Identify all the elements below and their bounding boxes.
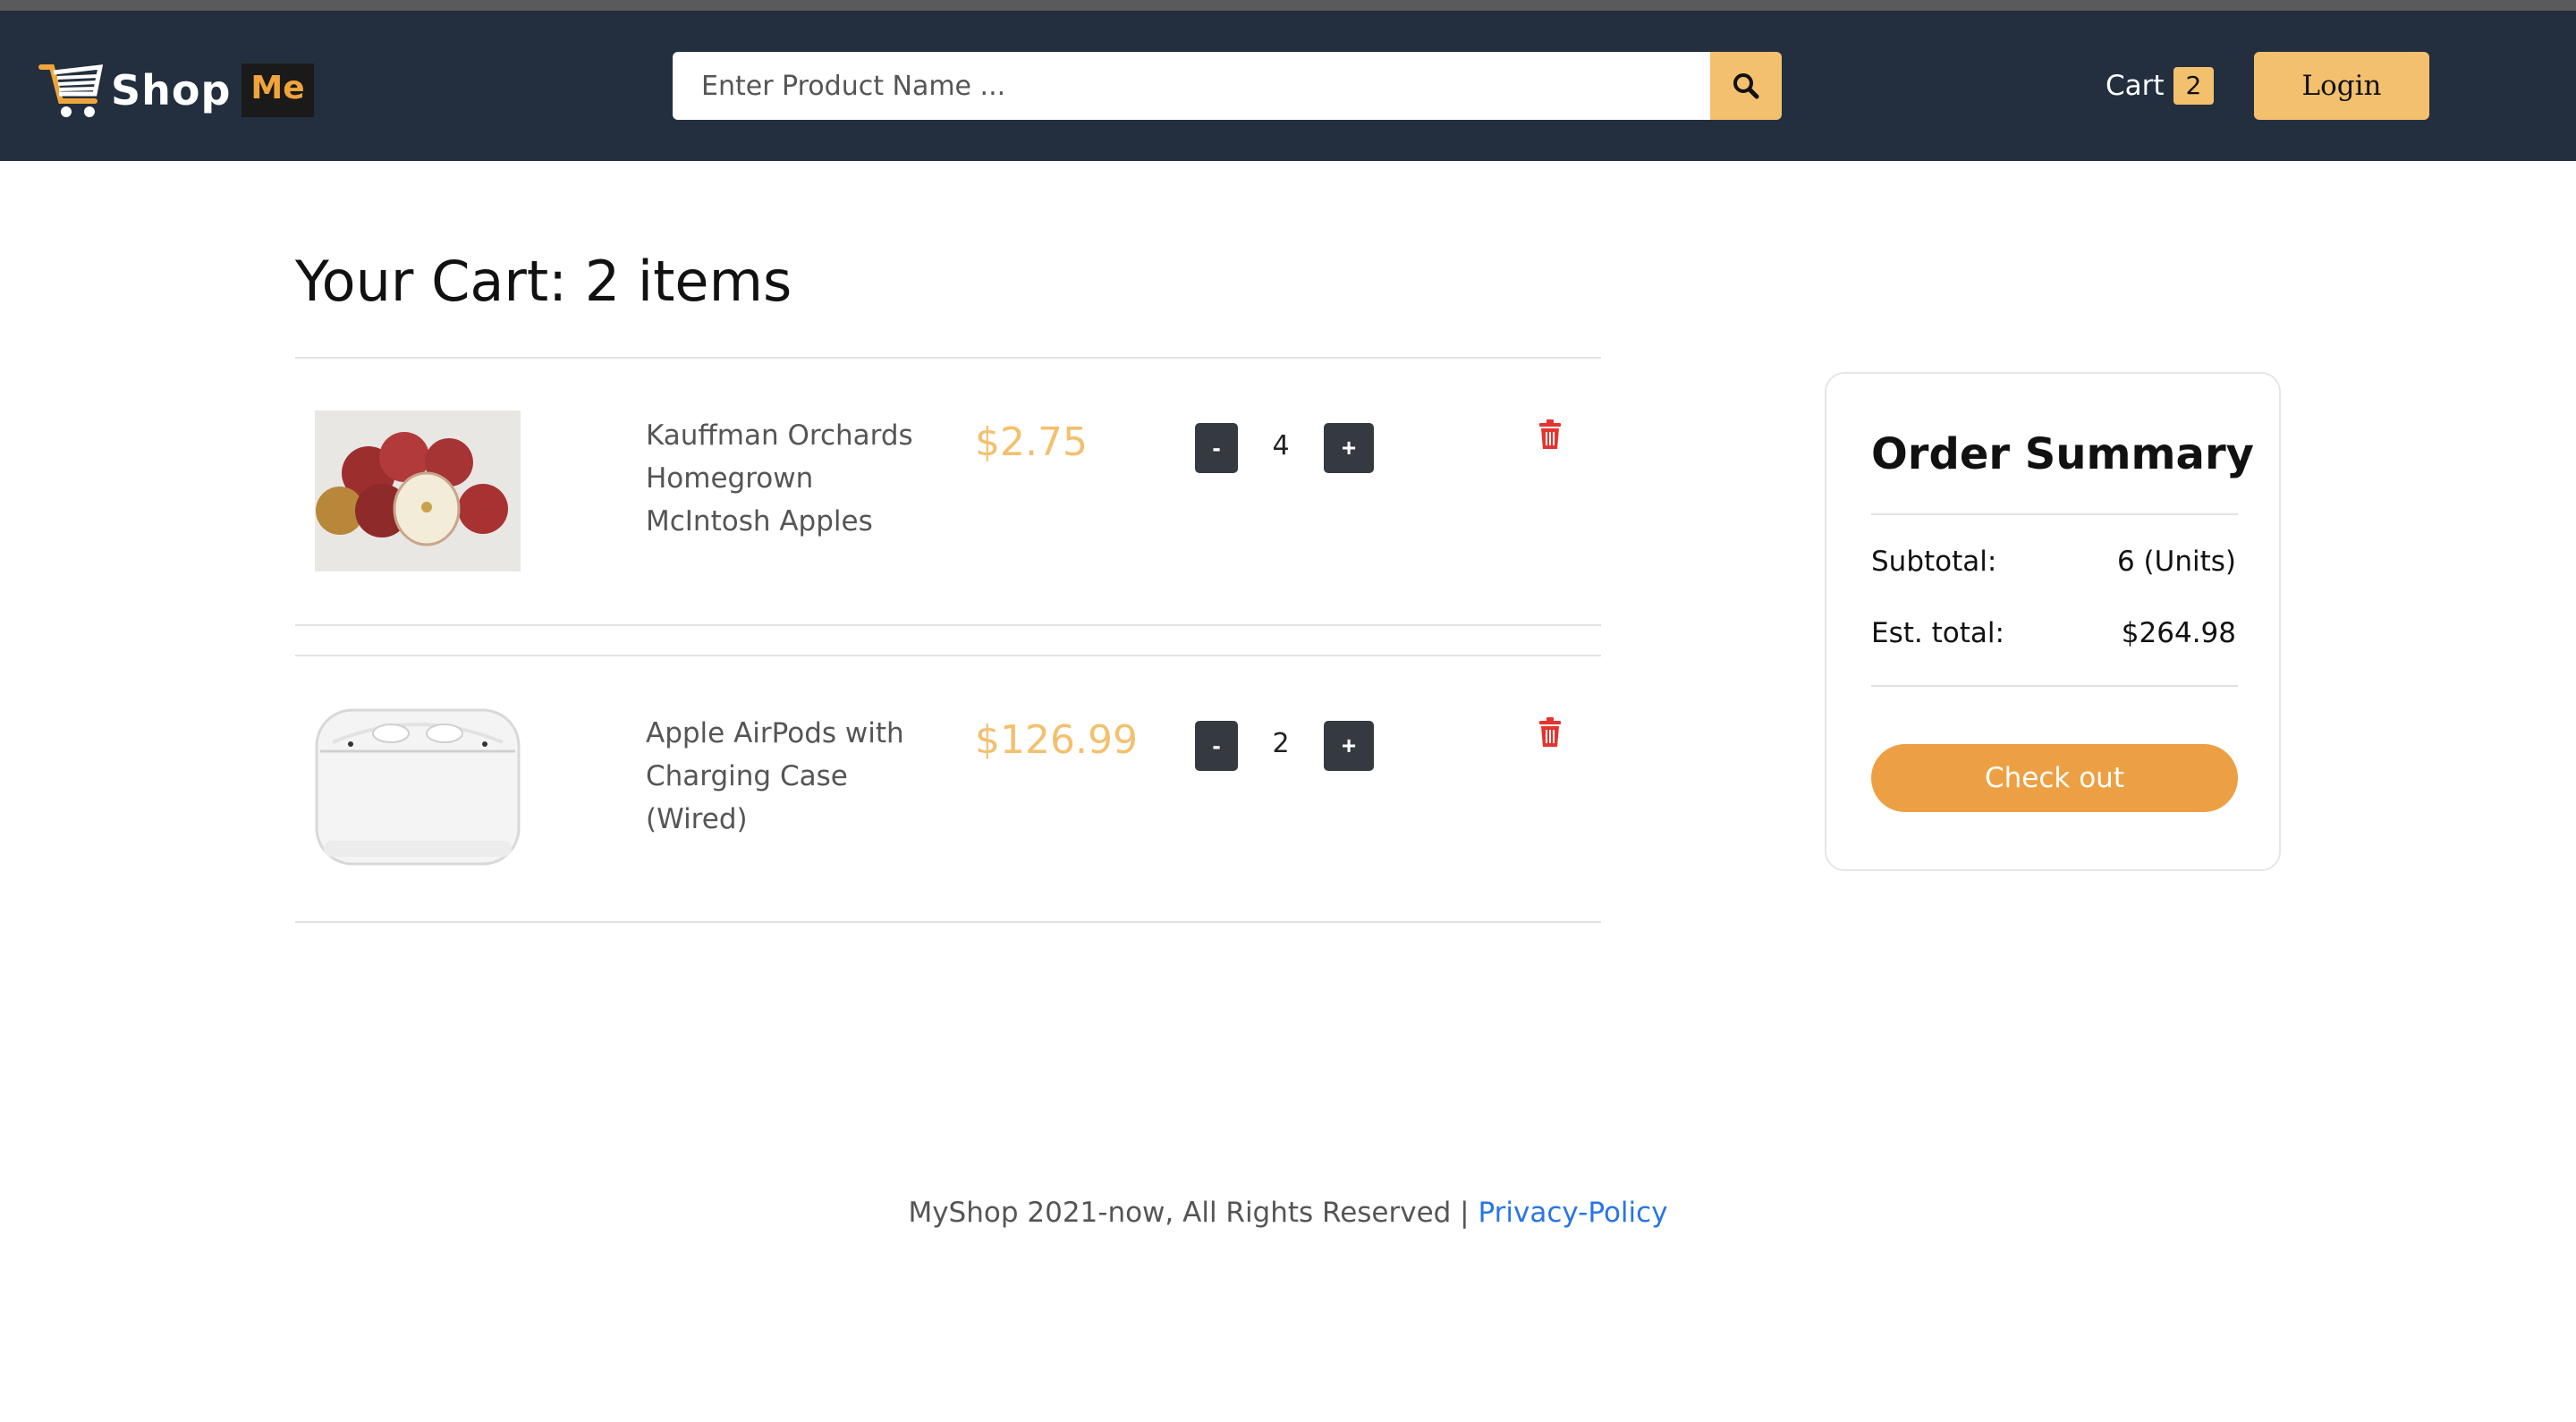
divider — [1871, 685, 2238, 687]
quantity-value: 4 — [1272, 430, 1290, 461]
search-icon — [1733, 73, 1759, 99]
subtotal-value: 6 (Units) — [2116, 546, 2236, 578]
product-image-airpods — [315, 707, 521, 868]
logo-badge: Me — [242, 63, 314, 117]
logo-text: Shop — [111, 66, 232, 114]
divider — [295, 624, 1601, 626]
shopping-cart-logo-icon — [38, 64, 104, 117]
cart-item: Kauffman Orchards Homegrown McIntosh App… — [295, 359, 1601, 623]
product-price: $2.75 — [975, 419, 1088, 465]
total-label: Est. total: — [1871, 617, 2004, 649]
total-value: $264.98 — [2121, 617, 2236, 649]
subtotal-label: Subtotal: — [1871, 546, 1997, 578]
cart-link[interactable]: Cart 2 — [2106, 61, 2215, 111]
divider — [1871, 513, 2238, 515]
product-price: $126.99 — [975, 717, 1138, 763]
login-button[interactable]: Login — [2254, 52, 2429, 120]
trash-icon[interactable] — [1537, 419, 1563, 450]
decrease-quantity-button[interactable]: - — [1195, 721, 1238, 771]
cart-label: Cart — [2106, 70, 2165, 102]
decrease-quantity-button[interactable]: - — [1195, 423, 1238, 473]
logo[interactable]: Shop Me — [36, 50, 314, 131]
search-bar — [673, 52, 1782, 120]
quantity-value: 2 — [1272, 728, 1290, 759]
order-summary-title: Order Summary — [1871, 429, 2254, 479]
window-top-edge — [0, 0, 2576, 11]
privacy-policy-link[interactable]: Privacy-Policy — [1478, 1197, 1667, 1229]
cart-count-badge: 2 — [2173, 66, 2215, 106]
increase-quantity-button[interactable]: + — [1324, 721, 1374, 771]
page-title: Your Cart: 2 items — [295, 249, 792, 314]
footer: MyShop 2021-now, All Rights Reserved | P… — [0, 1197, 2576, 1229]
product-image-apples — [315, 411, 521, 571]
navbar: Shop Me Cart 2 Login — [0, 11, 2576, 161]
product-name[interactable]: Kauffman Orchards Homegrown McIntosh App… — [646, 414, 914, 543]
order-summary-card: Order Summary Subtotal: 6 (Units) Est. t… — [1825, 372, 2281, 871]
trash-icon[interactable] — [1537, 717, 1563, 748]
cart-item: Apple AirPods with Charging Case (Wired)… — [295, 656, 1601, 921]
checkout-button[interactable]: Check out — [1871, 744, 2238, 812]
increase-quantity-button[interactable]: + — [1324, 423, 1374, 473]
divider — [295, 921, 1601, 923]
search-input[interactable] — [673, 52, 1710, 120]
search-button[interactable] — [1710, 52, 1782, 120]
product-name[interactable]: Apple AirPods with Charging Case (Wired) — [646, 712, 914, 841]
copyright-text: MyShop 2021-now, All Rights Reserved | — [908, 1197, 1479, 1229]
